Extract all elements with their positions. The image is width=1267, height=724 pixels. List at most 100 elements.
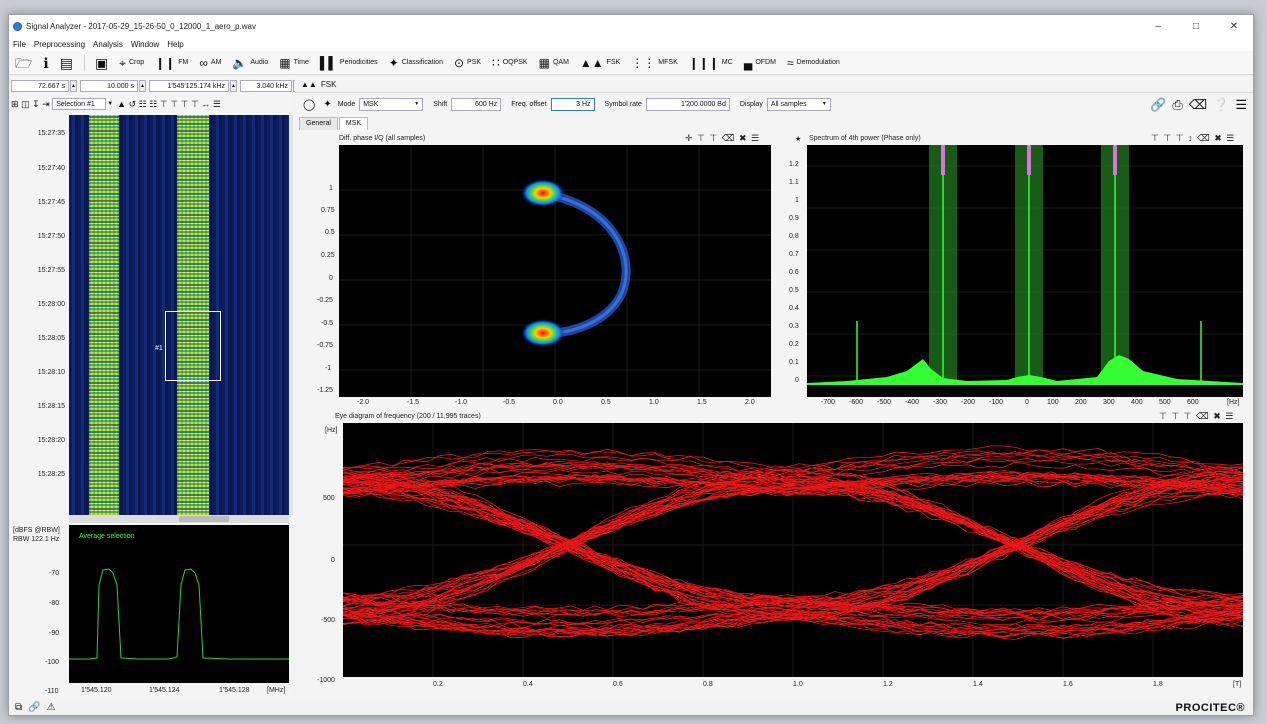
freq-span-field[interactable]: 3.040 kHz xyxy=(240,80,292,92)
mfsk-button[interactable]: ⋮⋮ MFSK xyxy=(631,57,677,69)
magic-wand-icon[interactable]: ✦ xyxy=(323,99,331,110)
expand-horizontal-icon[interactable]: ↔ xyxy=(201,99,210,109)
spec4-plot[interactable] xyxy=(807,145,1243,397)
scroll-thumb[interactable] xyxy=(179,516,229,522)
oqpsk-button[interactable]: ∷ OQPSK xyxy=(492,57,528,69)
time-button[interactable]: ▦ Time xyxy=(279,57,309,69)
shift-field[interactable]: 600 Hz xyxy=(451,97,502,111)
maximize-icon[interactable]: □ xyxy=(1177,15,1215,37)
menu-help[interactable]: Help xyxy=(167,40,183,49)
time-start-spin[interactable]: ▲ xyxy=(70,80,77,92)
tab-msk[interactable]: MSK xyxy=(338,117,369,130)
audio-button[interactable]: 🔈 Audio xyxy=(232,57,268,69)
magic-wand-icon: ✦ xyxy=(388,55,399,70)
zoom-fit-icon[interactable]: ⊞ xyxy=(11,99,19,110)
eraser-icon[interactable]: ▲ xyxy=(117,99,126,109)
mc-label: MC xyxy=(721,59,733,66)
close-icon[interactable]: ✕ xyxy=(1215,15,1253,37)
selection-dropdown[interactable]: Selection #1 xyxy=(52,98,107,110)
window-controls: – □ ✕ xyxy=(1139,15,1253,37)
info-button[interactable]: ℹ xyxy=(43,56,48,70)
iq-density-plot[interactable] xyxy=(339,145,771,397)
horizontal-scrollbar[interactable] xyxy=(69,515,289,523)
time-tick: 15:27:50 xyxy=(37,233,65,240)
help-icon[interactable]: ❔ xyxy=(1213,97,1229,113)
eye-diagram-plot[interactable] xyxy=(343,423,1243,677)
eye-panel-tools[interactable]: ⊤ ⊤ ⊤ ⌫ ✖ ☰ xyxy=(1159,411,1234,422)
menu-icon[interactable]: ☰ xyxy=(213,99,221,110)
freq-offset-field[interactable]: 3 Hz xyxy=(550,97,595,111)
time-tick: 15:28:20 xyxy=(37,437,65,444)
fsk-pane: ▲▲ FSK ◯ ✦ Mode MSK ▼ Shift 600 Hz Freq. … xyxy=(295,77,1253,701)
fsk-button[interactable]: ▲▲ FSK xyxy=(580,57,620,69)
minimize-icon[interactable]: – xyxy=(1139,15,1177,37)
x-tick: -100 xyxy=(989,399,1004,406)
peak-marker2-icon[interactable]: ☷ xyxy=(149,99,157,110)
horizontal-range-icon[interactable]: ⇥ xyxy=(42,99,50,110)
y-tick: 0.2 xyxy=(789,341,799,348)
x-tick: -300 xyxy=(933,399,948,406)
x-tick: 1.5 xyxy=(697,399,707,406)
time-span-field[interactable]: 10.000 s xyxy=(80,80,138,92)
open-folder-button[interactable]: 🗁 xyxy=(15,56,32,70)
freq-center-field[interactable]: 1'545'125.174 kHz xyxy=(149,80,229,92)
demodulation-button[interactable]: ≈ Demodulation xyxy=(787,57,840,69)
qam-button[interactable]: ▦ QAM xyxy=(539,57,569,69)
menu-preprocessing[interactable]: Preprocessing xyxy=(34,40,85,49)
spec4-panel-tools[interactable]: ⊤ ⊤ ⊤ ↕ ⌫ ✖ ☰ xyxy=(1151,133,1235,144)
zoom-window-icon[interactable]: ◫ xyxy=(21,99,30,110)
app-window: Signal Analyzer - 2017-05-29_15-26-50_0_… xyxy=(8,14,1254,716)
clear-icon[interactable]: ⌫ xyxy=(1189,97,1207,113)
time-span-spin[interactable]: ▲ xyxy=(139,80,146,92)
symbol-rate-field[interactable]: 1'200.0000 Bd xyxy=(645,97,730,111)
properties-button[interactable]: ▤ xyxy=(60,56,73,70)
classification-button[interactable]: ✦ Classification xyxy=(389,57,443,69)
mode-select[interactable]: MSK ▼ xyxy=(359,97,424,111)
crop-button[interactable]: ⌖ Crop xyxy=(119,57,144,69)
warning-icon[interactable]: ⚠ xyxy=(47,702,56,713)
waterfall-spectrogram[interactable]: #1 xyxy=(69,115,289,515)
time-start-field[interactable]: 72.667 s xyxy=(11,80,69,92)
marker-list-icon[interactable]: ⊤ xyxy=(191,99,199,110)
save-button[interactable]: ▣ xyxy=(95,56,108,70)
periodicities-button[interactable]: ▌▌ Periodicities xyxy=(320,57,378,69)
undo-icon[interactable]: ↺ xyxy=(129,99,137,110)
star-icon[interactable]: ★ xyxy=(795,135,801,143)
link-icon[interactable]: 🔗 xyxy=(28,702,40,713)
chevron-down-icon: ▼ xyxy=(821,101,827,107)
oqpsk-label: OQPSK xyxy=(502,59,528,66)
menu-file[interactable]: File xyxy=(13,40,26,49)
y-tick: 0.4 xyxy=(789,305,799,312)
mc-button[interactable]: ❙❙❙ MC xyxy=(689,57,733,69)
marker-icon[interactable]: ⊤ xyxy=(160,99,168,110)
settings-sliders-icon[interactable]: ☰ xyxy=(1235,97,1247,113)
vertical-scrollbar[interactable] xyxy=(289,115,293,515)
selection-rectangle[interactable] xyxy=(165,311,221,381)
y-tick: 0.9 xyxy=(789,215,799,222)
copy-icon[interactable]: ⧉ xyxy=(15,702,22,713)
export-icon[interactable]: ⎙ xyxy=(1172,97,1182,113)
vertical-range-icon[interactable]: ↧ xyxy=(32,99,40,110)
link-icon[interactable]: 🔗 xyxy=(1150,97,1166,113)
check-icon[interactable]: ◯ xyxy=(303,98,315,111)
y-tick: 0.1 xyxy=(789,359,799,366)
menu-analysis[interactable]: Analysis xyxy=(93,40,123,49)
psk-button[interactable]: ⊙ PSK xyxy=(454,57,481,69)
average-spectrum-panel: [dBFS @RBW] RBW 122.1 Hz -70 -80 -90 -10… xyxy=(11,525,293,701)
iq-panel-tools[interactable]: ✛ ⊤ ⊤ ⌫ ✖ ☰ xyxy=(685,133,760,144)
fm-button[interactable]: ❙❙ FM xyxy=(155,57,188,69)
freq-center-spin[interactable]: ▲ xyxy=(230,80,237,92)
am-button[interactable]: ∞ AM xyxy=(199,57,221,69)
chevron-down-icon[interactable]: ▼ xyxy=(107,101,113,107)
display-select[interactable]: All samples ▼ xyxy=(766,97,831,111)
tab-general[interactable]: General xyxy=(299,117,338,130)
marker-table-icon[interactable]: ⊤ xyxy=(181,99,189,110)
menu-window[interactable]: Window xyxy=(131,40,159,49)
x-tick: -200 xyxy=(961,399,976,406)
peak-marker-icon[interactable]: ☷ xyxy=(139,99,147,110)
y-tick: -90 xyxy=(49,630,60,637)
x-tick: 1.0 xyxy=(793,681,803,688)
ofdm-button[interactable]: ▄ OFDM xyxy=(744,57,776,69)
marker-fx-icon[interactable]: ⊤ xyxy=(170,99,178,110)
average-spectrum-plot[interactable]: Average selection xyxy=(69,525,289,683)
